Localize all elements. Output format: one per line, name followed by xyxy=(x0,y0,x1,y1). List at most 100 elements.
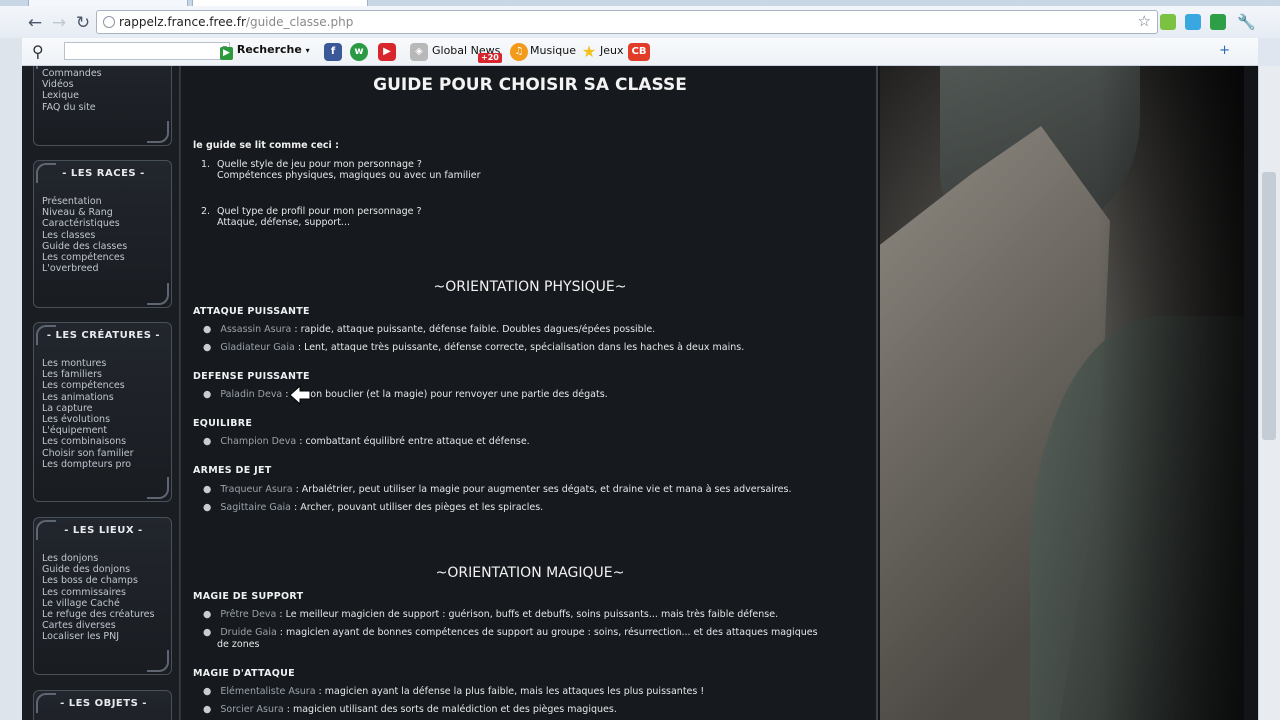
facebook-icon[interactable]: f xyxy=(324,43,342,61)
wordpress-icon[interactable]: w xyxy=(350,43,368,61)
navigation-bar: ← → ↻ rappelz.france.free.fr/guide_class… xyxy=(0,6,1280,38)
sidebar-item[interactable]: Le refuge des créatures xyxy=(42,609,154,620)
sidebar-item[interactable]: L'overbreed xyxy=(42,263,127,274)
category-heading: ARMES DE JET xyxy=(193,465,272,476)
sidebar: Commandes Vidéos Lexique FAQ du site - L… xyxy=(22,66,180,720)
sidebar-box-lieux: - LES LIEUX - Les donjons Guide des donj… xyxy=(33,517,172,675)
sidebar-item-videos[interactable]: Vidéos xyxy=(42,79,102,90)
class-name[interactable]: Druide Gaia xyxy=(220,627,276,638)
class-name[interactable]: Sorcier Asura xyxy=(220,704,283,715)
class-entry: ● Champion Deva : combattant équilibré e… xyxy=(203,436,530,447)
sidebar-item[interactable]: Localiser les PNJ xyxy=(42,631,154,642)
sidebar-item[interactable]: Les animations xyxy=(42,392,134,403)
guide-intro: le guide se lit comme ceci : xyxy=(193,140,339,151)
sidebar-item-commandes[interactable]: Commandes xyxy=(42,68,102,79)
class-description: : Le meilleur magicien de support : guér… xyxy=(276,609,779,620)
extension-signal-icon[interactable] xyxy=(1160,14,1176,30)
sidebar-item[interactable]: Les montures xyxy=(42,358,134,369)
chevron-down-icon: ▾ xyxy=(305,46,310,55)
sidebar-item[interactable]: Les compétences xyxy=(42,252,127,263)
class-description: : se son bouclier (et la magie) pour ren… xyxy=(282,389,608,400)
sidebar-title-creatures: - LES CRÉATURES - xyxy=(46,330,161,341)
extension-w-icon[interactable] xyxy=(1210,14,1226,30)
games-link[interactable]: Jeux xyxy=(600,44,624,57)
bullet-icon: ● xyxy=(203,704,212,715)
scrollbar-thumb[interactable] xyxy=(1262,172,1276,440)
bullet-icon: ● xyxy=(203,436,212,447)
class-entry: ● Druide Gaia : magicien ayant de bonnes… xyxy=(203,627,818,638)
cb-icon[interactable]: CB xyxy=(628,43,650,61)
sidebar-item[interactable]: Les familiers xyxy=(42,369,134,380)
class-description: : rapide, attaque puissante, défense fai… xyxy=(291,324,656,335)
section-heading-physique: ~ORIENTATION PHYSIQUE~ xyxy=(433,279,627,295)
sidebar-item[interactable]: Les compétences xyxy=(42,380,134,391)
search-toolbar: ⚲ ▾ ▶ Recherche ▾ f w ▶ ◈ Global News +2… xyxy=(22,38,1258,66)
wrench-icon[interactable]: 🔧 xyxy=(1237,14,1256,30)
sidebar-item[interactable]: Guide des classes xyxy=(42,241,127,252)
reload-icon[interactable]: ↻ xyxy=(72,12,94,34)
question-1-line-1: Quelle style de jeu pour mon personnage … xyxy=(217,159,422,170)
sidebar-item[interactable]: Présentation xyxy=(42,196,127,207)
bullet-icon: ● xyxy=(203,609,212,620)
global-news-icon[interactable]: ◈ xyxy=(410,43,428,61)
sidebar-item[interactable]: Les évolutions xyxy=(42,414,134,425)
back-icon[interactable]: ← xyxy=(24,12,46,34)
sidebar-item[interactable]: Guide des donjons xyxy=(42,564,154,575)
sidebar-item[interactable]: Les dompteurs pro xyxy=(42,459,134,470)
class-name[interactable]: Prêtre Deva xyxy=(220,609,276,620)
class-name[interactable]: Traqueur Asura xyxy=(220,484,292,495)
background-picture xyxy=(880,66,1244,720)
class-description: : Arbalétrier, peut utiliser la magie po… xyxy=(292,484,792,495)
class-description: : combattant équilibré entre attaque et … xyxy=(296,436,530,447)
class-name[interactable]: Elémentaliste Asura xyxy=(220,686,315,697)
class-name[interactable]: Paladin Deva xyxy=(220,389,282,400)
class-entry: ● Sorcier Asura : magicien utilisant des… xyxy=(203,704,617,715)
picture-shadow xyxy=(880,66,1244,720)
forward-icon[interactable]: → xyxy=(48,12,70,34)
browser-window: ← → ↻ rappelz.france.free.fr/guide_class… xyxy=(0,0,1280,720)
music-link[interactable]: Musique xyxy=(530,44,576,57)
class-name[interactable]: Assassin Asura xyxy=(220,324,291,335)
sidebar-item[interactable]: Les donjons xyxy=(42,553,154,564)
web-page: Commandes Vidéos Lexique FAQ du site - L… xyxy=(22,66,1258,720)
sidebar-item[interactable]: Caractéristiques xyxy=(42,218,127,229)
category-heading: MAGIE DE SUPPORT xyxy=(193,591,304,602)
music-icon[interactable]: ♫ xyxy=(510,43,528,61)
search-input[interactable]: ▾ xyxy=(64,42,230,60)
sidebar-box-objets: - LES OBJETS - xyxy=(33,690,172,720)
sidebar-list-misc: Commandes Vidéos Lexique FAQ du site xyxy=(42,68,102,113)
class-name[interactable]: Gladiateur Gaia xyxy=(220,342,294,353)
search-button-label: Recherche xyxy=(236,43,302,56)
bookmark-star-icon[interactable]: ☆ xyxy=(1138,12,1151,30)
question-2-line-2: Attaque, défense, support... xyxy=(217,217,350,228)
sidebar-item[interactable]: L'équipement xyxy=(42,425,134,436)
youtube-icon[interactable]: ▶ xyxy=(378,43,396,61)
sidebar-item[interactable]: Niveau & Rang xyxy=(42,207,127,218)
sidebar-item[interactable]: Les combinaisons xyxy=(42,436,134,447)
url-text[interactable]: rappelz.france.free.fr/guide_classe.php xyxy=(119,14,353,30)
bullet-icon: ● xyxy=(203,686,212,697)
question-2-line-1: Quel type de profil pour mon personnage … xyxy=(217,206,422,217)
sidebar-item[interactable]: Les classes xyxy=(42,230,127,241)
sidebar-item[interactable]: La capture xyxy=(42,403,134,414)
address-bar[interactable]: rappelz.france.free.fr/guide_classe.php … xyxy=(96,10,1158,34)
sidebar-item[interactable]: Cartes diverses xyxy=(42,620,154,631)
sidebar-item[interactable]: Choisir son familier xyxy=(42,448,134,459)
class-entry: ● Prêtre Deva : Le meilleur magicien de … xyxy=(203,609,778,620)
class-name[interactable]: Sagittaire Gaia xyxy=(220,502,291,513)
sidebar-item[interactable]: Le village Caché xyxy=(42,598,154,609)
class-entry: ● Paladin Deva : se son bouclier (et la … xyxy=(203,389,608,400)
sidebar-item-lexique[interactable]: Lexique xyxy=(42,90,102,101)
star-icon[interactable]: ★ xyxy=(580,43,598,61)
add-icon[interactable]: + xyxy=(1219,43,1230,58)
window-scrollbar[interactable] xyxy=(1258,66,1280,720)
sidebar-box-misc: Commandes Vidéos Lexique FAQ du site xyxy=(33,66,172,146)
class-name[interactable]: Champion Deva xyxy=(220,436,296,447)
category-heading: ATTAQUE PUISSANTE xyxy=(193,306,310,317)
search-button[interactable]: ▶ Recherche ▾ xyxy=(220,43,310,61)
sidebar-item[interactable]: Les boss de champs xyxy=(42,575,154,586)
search-icon[interactable]: ⚲ xyxy=(32,42,44,61)
sidebar-item-faq[interactable]: FAQ du site xyxy=(42,102,102,113)
extension-sync-icon[interactable] xyxy=(1185,14,1201,30)
sidebar-item[interactable]: Les commissaires xyxy=(42,587,154,598)
